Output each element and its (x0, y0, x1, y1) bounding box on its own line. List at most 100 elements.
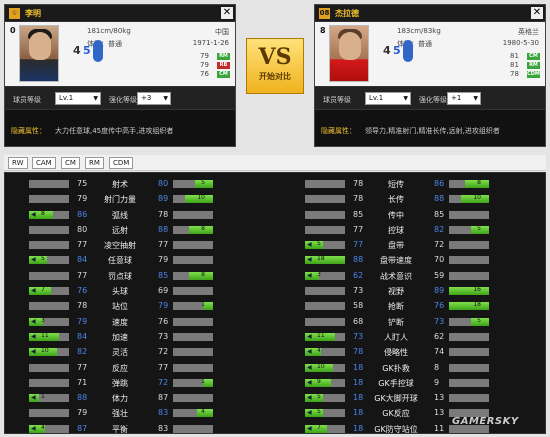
attribute-name: GK大脚开球 (374, 394, 418, 404)
right-diff-value: 18 (473, 301, 481, 309)
left-stat-value: 71 (77, 377, 88, 387)
advantage-arrow-icon: ◀ (307, 424, 312, 432)
attribute-row: ◀ 5 84 任意球 79 (7, 253, 265, 268)
tab-rw[interactable]: RW (8, 157, 28, 169)
tab-cdm[interactable]: CDM (109, 157, 134, 169)
left-stat-bar: ◀ 7 (305, 423, 345, 433)
advantage-arrow-icon: ◀ (31, 256, 36, 264)
attribute-row: ◀ 10 82 灵活 72 (7, 345, 265, 360)
right-close-button[interactable]: ✕ (531, 7, 543, 19)
tab-cam[interactable]: CAM (32, 157, 56, 169)
left-stat-value: 77 (353, 240, 364, 250)
attribute-row: ◀ 4 87 平衡 83 (7, 422, 265, 437)
right-diff-value: 1 (201, 377, 205, 385)
left-stat-value: 77 (353, 224, 364, 234)
right-stat-value: 78 (158, 209, 169, 219)
right-hidden-text: 领导力,精准射门,精准长传,远射,进攻组织者 (365, 127, 500, 135)
tab-cm[interactable]: CM (61, 157, 80, 169)
boot-icon (93, 40, 103, 62)
left-diff-value: 7 (317, 423, 321, 431)
right-stat-value: 77 (158, 240, 169, 250)
left-close-button[interactable]: ✕ (221, 7, 233, 19)
right-advantage-fill (449, 287, 489, 296)
left-player-name: 李明 (25, 9, 41, 18)
left-enhance-label: 强化等级 (109, 96, 137, 104)
attribute-row: ◀ 3 79 速度 76 (7, 315, 265, 330)
right-stat-value: 70 (434, 255, 445, 265)
right-stat-bar (449, 378, 489, 387)
attribute-name: 战术意识 (380, 271, 412, 281)
right-stat-bar (449, 210, 489, 219)
left-diff-value: 11 (317, 331, 325, 339)
attribute-row: ◀ 5 18 GK大脚开球 13 (283, 391, 541, 406)
advantage-arrow-icon: ◀ (31, 317, 36, 325)
right-stat-value: 85 (434, 209, 445, 219)
attribute-row: 68 铲断 73 5 (283, 315, 541, 330)
left-level-select[interactable]: Lv.1 ▼ (55, 92, 101, 105)
right-diff-value: 5 (201, 179, 205, 186)
left-enhance-select[interactable]: +3 ▼ (137, 92, 171, 105)
right-country: 英格兰 (518, 28, 539, 36)
left-stat-value: 88 (77, 393, 88, 403)
advantage-arrow-icon: ◀ (31, 394, 36, 402)
player-compare-window: ☆ 李明 ✕ 0 181cm/80kg 中国 体型：普通 1971-1-26 4… (0, 0, 550, 437)
tab-rm[interactable]: RM (85, 157, 104, 169)
right-strong-foot: 5 (393, 44, 401, 57)
right-stat-bar (173, 332, 213, 341)
left-diff-value: 8 (41, 209, 45, 217)
left-diff-value: 10 (41, 347, 49, 355)
attribute-name: 人盯人 (384, 332, 408, 342)
right-diff-value: 8 (201, 270, 205, 278)
left-position-rating: 79 RM (200, 52, 230, 60)
chevron-down-icon: ▼ (93, 95, 98, 102)
attribute-name: 盘带 (388, 241, 404, 251)
left-player-info: 0 181cm/80kg 中国 体型：普通 1971-1-26 4 5 79 RM… (5, 22, 235, 86)
left-stat-value: 18 (353, 362, 364, 372)
right-stat-value: 82 (434, 224, 445, 234)
attribute-row: 79 强壮 83 4 (7, 406, 265, 421)
right-stat-bar (449, 348, 489, 357)
right-position-rating: 81 CM (510, 52, 540, 60)
left-stat-bar: ◀ 3 (305, 271, 345, 280)
left-stat-bar (305, 302, 345, 311)
attribute-row: 73 视野 89 16 (283, 284, 541, 299)
right-stat-value: 74 (434, 347, 445, 357)
attribute-name: 平衡 (112, 424, 128, 434)
left-diff-value: 5 (317, 393, 321, 401)
right-enhance-select[interactable]: +1 ▼ (447, 92, 481, 105)
attribute-name: 弧线 (112, 210, 128, 220)
right-stat-bar (173, 241, 213, 250)
attribute-name: 加速 (112, 332, 128, 342)
attribute-row: 78 站位 79 1 (7, 299, 265, 314)
left-stat-value: 18 (353, 408, 364, 418)
attribute-row: 77 控球 82 5 (283, 223, 541, 238)
left-stat-value: 79 (77, 194, 88, 204)
attribute-row: ◀ 5 77 盘带 72 (283, 238, 541, 253)
left-stat-value: 79 (77, 408, 88, 418)
left-stat-bar: ◀ 9 (305, 378, 345, 387)
left-stat-bar: ◀ 11 (29, 332, 69, 341)
start-compare-button[interactable]: VS 开始对比 (246, 38, 304, 94)
left-diff-value: 4 (41, 423, 45, 431)
right-stat-value: 80 (158, 179, 169, 188)
attribute-name: 头球 (112, 287, 128, 297)
left-height-weight: 181cm/80kg (87, 27, 131, 35)
right-weak-foot: 4 (383, 44, 391, 57)
attribute-name: 视野 (388, 287, 404, 297)
left-position-badge: ☆ (9, 8, 20, 19)
right-stat-value: 72 (158, 347, 169, 357)
vs-label: VS (258, 44, 292, 70)
right-hidden-label: 隐藏属性： (321, 127, 356, 135)
left-stat-value: 82 (77, 347, 88, 357)
right-level-select[interactable]: Lv.1 ▼ (365, 92, 411, 105)
advantage-arrow-icon: ◀ (307, 363, 312, 371)
right-jersey-number: 8 (320, 26, 326, 35)
left-diff-value: 18 (317, 255, 325, 263)
right-stat-bar: 1 (173, 301, 213, 311)
left-birth-date: 1971-1-26 (192, 39, 229, 47)
left-stat-bar (29, 180, 69, 188)
boot-icon (403, 40, 413, 62)
left-stat-bar: ◀ 10 (29, 347, 69, 357)
left-country: 中国 (215, 28, 229, 36)
attribute-row: 77 罚点球 85 8 (7, 269, 265, 284)
